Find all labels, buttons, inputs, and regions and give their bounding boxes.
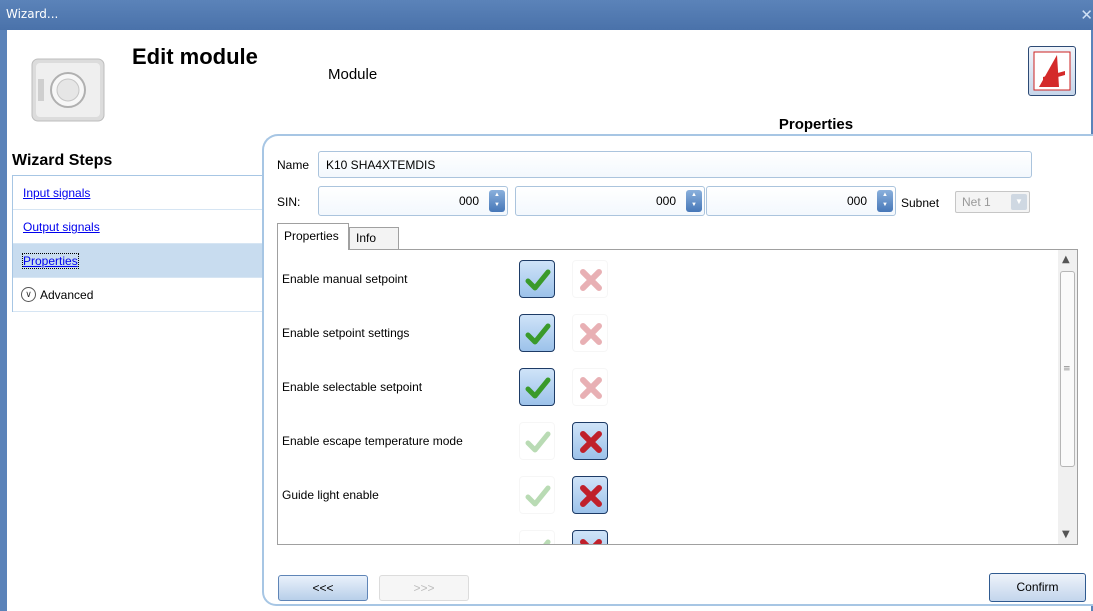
- chevron-down-icon[interactable]: ∨: [21, 287, 36, 302]
- scroll-up-icon[interactable]: ▲: [1062, 254, 1070, 265]
- back-button[interactable]: <<<: [278, 575, 368, 601]
- scrollbar-thumb[interactable]: ≡: [1060, 271, 1075, 467]
- close-icon[interactable]: ✕: [1080, 6, 1093, 24]
- property-label: Enable escape temperature mode: [282, 434, 463, 448]
- disable-cross-icon[interactable]: [572, 314, 608, 352]
- enable-check-icon[interactable]: [519, 260, 555, 298]
- disable-cross-icon[interactable]: [572, 422, 608, 460]
- property-row: Enable setpoint settings: [278, 304, 1058, 358]
- property-row: Enable escape temperature mode: [278, 412, 1058, 466]
- property-label: Enable manual setpoint: [282, 272, 408, 286]
- enable-check-icon[interactable]: [519, 368, 555, 406]
- subnet-label: Subnet: [901, 196, 940, 210]
- enable-check-icon[interactable]: [519, 530, 555, 544]
- sin-field-2[interactable]: 000 ▲ ▼: [515, 186, 705, 216]
- page-title: Edit module: [132, 44, 258, 69]
- disable-cross-icon[interactable]: [572, 260, 608, 298]
- tab-properties[interactable]: Properties: [277, 223, 349, 250]
- subnet-value: Net 1: [962, 195, 991, 209]
- wizard-step-label[interactable]: Advanced: [40, 288, 93, 302]
- name-label: Name: [277, 158, 310, 172]
- property-row: Enable manual setpoint: [278, 250, 1058, 304]
- tab-info[interactable]: Info: [349, 227, 399, 249]
- wizard-step-label[interactable]: Properties: [22, 253, 79, 269]
- property-label: Enable setpoint settings: [282, 326, 410, 340]
- sin-value: 000: [458, 194, 479, 208]
- disable-cross-icon[interactable]: [572, 476, 608, 514]
- spinner-icon[interactable]: ▲ ▼: [877, 190, 893, 212]
- page-subtitle: Module: [328, 66, 378, 83]
- enable-check-icon[interactable]: [519, 314, 555, 352]
- disable-cross-icon[interactable]: [572, 530, 608, 544]
- sin-value: 000: [846, 194, 867, 208]
- wizard-steps-title: Wizard Steps: [12, 152, 113, 169]
- vertical-scrollbar[interactable]: ▲ ≡ ▼: [1058, 250, 1077, 544]
- wizard-steps-list: Input signals Output signals Properties …: [12, 175, 262, 312]
- wizard-step-advanced[interactable]: ∨ Advanced: [13, 278, 262, 312]
- red-a-logo-icon[interactable]: [1028, 46, 1076, 96]
- wizard-step-input-signals[interactable]: Input signals: [13, 176, 262, 210]
- enable-check-icon[interactable]: [519, 422, 555, 460]
- sin-label: SIN:: [277, 195, 301, 209]
- next-button[interactable]: >>>: [379, 575, 469, 601]
- property-row: Guide light enable: [278, 466, 1058, 520]
- chevron-down-icon: ▼: [1011, 194, 1027, 210]
- spinner-icon[interactable]: ▲ ▼: [489, 190, 505, 212]
- property-label: Guide light enable: [282, 488, 379, 502]
- confirm-button[interactable]: Confirm: [989, 573, 1086, 602]
- subnet-select[interactable]: Net 1 ▼: [955, 191, 1030, 213]
- wizard-step-label[interactable]: Output signals: [23, 220, 100, 234]
- sin-field-1[interactable]: 000 ▲ ▼: [318, 186, 508, 216]
- module-device-image: [30, 55, 108, 127]
- properties-list: Enable manual setpoint Enable setpoint se…: [277, 249, 1078, 545]
- title-bar: Wizard... ✕: [0, 0, 1093, 30]
- property-label: Enable selectable setpoint: [282, 380, 423, 394]
- spinner-icon[interactable]: ▲ ▼: [686, 190, 702, 212]
- scroll-down-icon[interactable]: ▼: [1062, 529, 1070, 540]
- wizard-step-label[interactable]: Input signals: [23, 186, 90, 200]
- wizard-step-output-signals[interactable]: Output signals: [13, 210, 262, 244]
- section-tab-properties: Properties: [631, 109, 1001, 136]
- sin-value: 000: [655, 194, 676, 208]
- property-row: Display backlight enable: [278, 520, 1058, 544]
- name-input[interactable]: K10 SHA4XTEMDIS: [318, 151, 1032, 178]
- enable-check-icon[interactable]: [519, 476, 555, 514]
- property-label: Display backlight enable: [282, 542, 411, 544]
- wizard-step-properties[interactable]: Properties: [13, 244, 262, 278]
- window-title: Wizard...: [6, 7, 59, 21]
- property-row: Enable selectable setpoint: [278, 358, 1058, 412]
- grip-icon: ≡: [1063, 364, 1071, 374]
- disable-cross-icon[interactable]: [572, 368, 608, 406]
- sin-field-3[interactable]: 000 ▲ ▼: [706, 186, 896, 216]
